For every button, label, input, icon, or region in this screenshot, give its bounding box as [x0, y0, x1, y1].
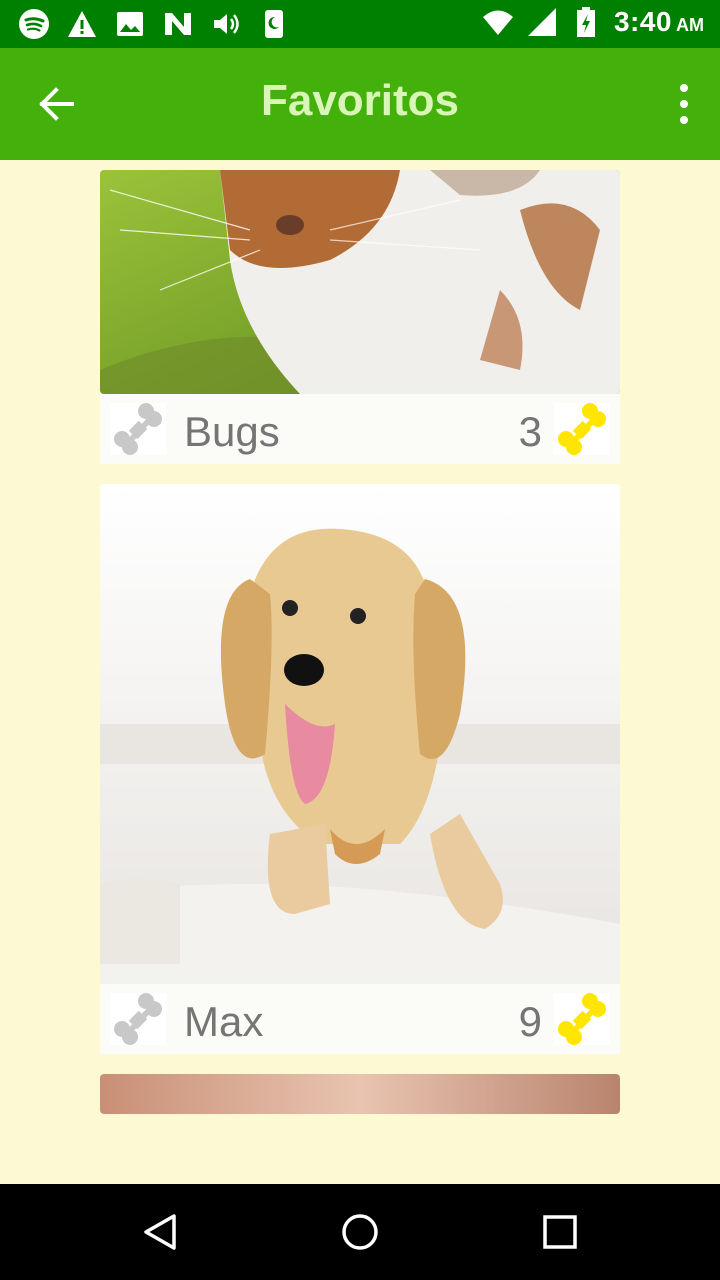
- favorite-count: 3: [518, 408, 542, 455]
- status-right-icons: 3:40 AM: [482, 6, 704, 38]
- app-toolbar: Favoritos: [0, 48, 720, 160]
- image-icon: [117, 12, 143, 36]
- favorites-list[interactable]: Bugs 3 Max 9: [0, 160, 720, 1184]
- bone-yellow-icon[interactable]: [554, 993, 610, 1045]
- warning-icon: [68, 11, 96, 37]
- pet-photo-partial[interactable]: [100, 1074, 620, 1114]
- more-vert-icon[interactable]: [656, 76, 696, 132]
- battery-icon: [576, 7, 595, 37]
- recents-square-icon[interactable]: [536, 1208, 584, 1256]
- favorite-count: 9: [518, 998, 542, 1045]
- system-nav-bar: [0, 1184, 720, 1280]
- pet-name: Bugs: [184, 408, 280, 455]
- wifi-icon: [482, 10, 513, 35]
- page-title: Favoritos: [260, 76, 460, 125]
- clock: 3:40 AM: [614, 6, 704, 38]
- favorite-card-footer[interactable]: Max 9: [100, 984, 620, 1054]
- volume-icon: [214, 14, 239, 34]
- clock-time: 3:40: [613, 6, 672, 37]
- pet-photo-rabbit[interactable]: [100, 170, 620, 394]
- pet-photo-puppy[interactable]: [100, 484, 620, 984]
- signal-icon: [527, 8, 556, 36]
- favorite-card-footer[interactable]: Bugs 3: [100, 394, 620, 464]
- moon-phone-icon: [265, 10, 283, 38]
- back-triangle-icon[interactable]: [136, 1208, 184, 1256]
- bone-gray-icon[interactable]: [110, 403, 166, 455]
- bone-yellow-icon[interactable]: [554, 403, 610, 455]
- n-app-icon: [165, 13, 191, 35]
- favorite-card[interactable]: [100, 1074, 620, 1114]
- favorite-card[interactable]: Bugs 3: [100, 170, 620, 464]
- clock-ampm: AM: [676, 15, 704, 35]
- bone-gray-icon[interactable]: [110, 993, 166, 1045]
- status-bar: 3:40 AM: [0, 0, 720, 48]
- home-circle-icon[interactable]: [336, 1208, 384, 1256]
- pet-name: Max: [184, 998, 264, 1045]
- status-left-icons: [18, 8, 290, 40]
- spotify-icon: [19, 9, 49, 39]
- favorite-card[interactable]: Max 9: [100, 484, 620, 1054]
